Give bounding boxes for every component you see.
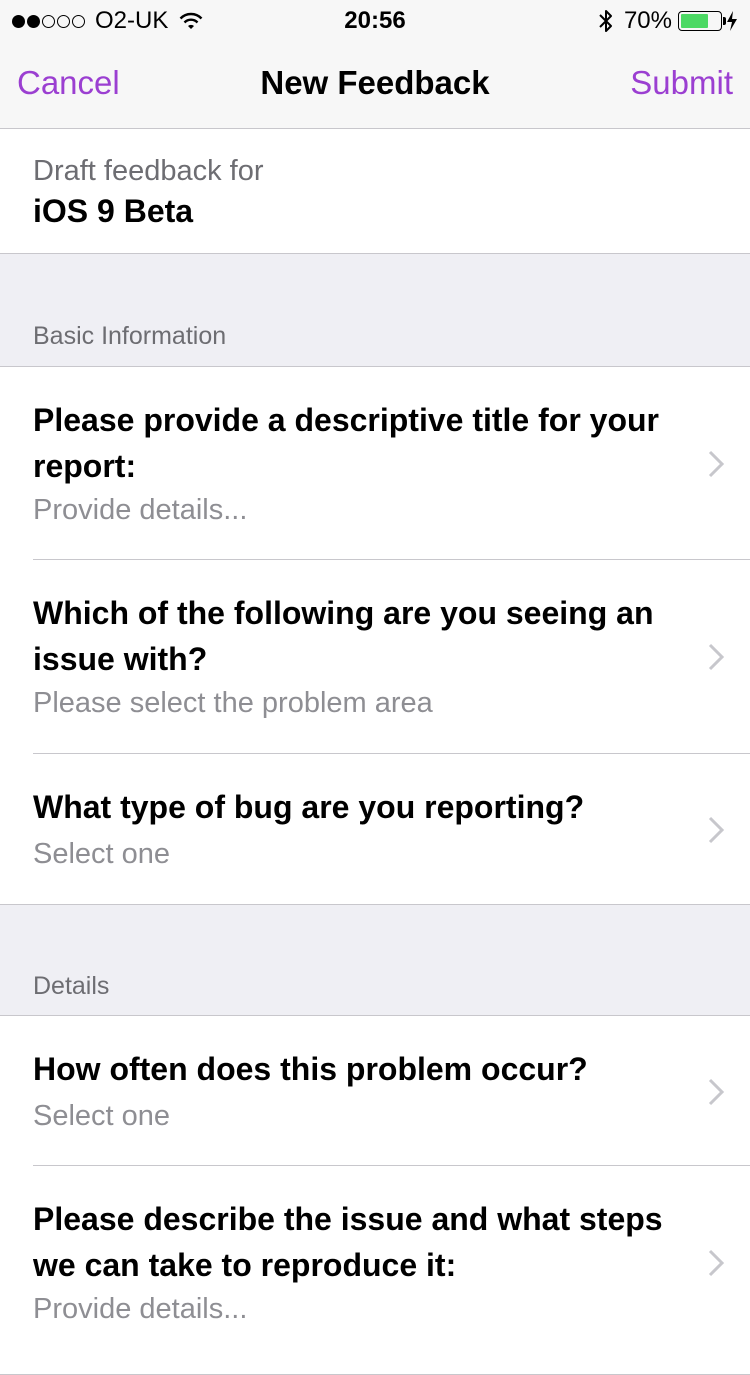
row-title: Please describe the issue and what steps…	[33, 1196, 693, 1288]
section-header-basic-information: Basic Information	[33, 322, 227, 350]
row-subtitle: Please select the problem area	[33, 687, 433, 719]
row-subtitle: Provide details...	[33, 1293, 248, 1325]
charging-bolt-icon	[727, 11, 737, 31]
chevron-right-icon	[708, 816, 725, 844]
list-item-title[interactable]: Please provide a descriptive title for y…	[0, 367, 750, 560]
row-title: What type of bug are you reporting?	[33, 784, 693, 830]
status-bar: O2-UK 20:56 70%	[0, 0, 750, 40]
chevron-right-icon	[708, 1078, 725, 1106]
battery-percent: 70%	[623, 7, 672, 34]
draft-info: Draft feedback for iOS 9 Beta	[0, 129, 750, 254]
row-title: Please provide a descriptive title for y…	[33, 397, 693, 489]
row-title-line: Please describe the issue and what steps	[33, 1201, 663, 1237]
battery-icon	[678, 11, 726, 31]
navigation-bar: Cancel New Feedback Submit	[0, 40, 750, 129]
row-title-line: report:	[33, 448, 137, 484]
details-group: How often does this problem occur? Selec…	[0, 1015, 750, 1375]
row-title-line: What type of bug are you reporting?	[33, 789, 585, 825]
row-title-line: How often does this problem occur?	[33, 1051, 588, 1087]
submit-button[interactable]: Submit	[630, 64, 733, 102]
row-title-line: Please provide a descriptive title for y…	[33, 402, 659, 438]
list-item-problem-area[interactable]: Which of the following are you seeing an…	[0, 560, 750, 754]
section-header-details: Details	[33, 972, 110, 1000]
list-item-reproduce-steps[interactable]: Please describe the issue and what steps…	[0, 1166, 750, 1366]
status-right: 70%	[598, 7, 738, 35]
chevron-right-icon	[708, 1249, 725, 1277]
list-item-frequency[interactable]: How often does this problem occur? Selec…	[0, 1016, 750, 1166]
basic-information-group: Please provide a descriptive title for y…	[0, 366, 750, 905]
row-subtitle: Select one	[33, 1100, 171, 1132]
battery-nub	[723, 17, 726, 25]
row-subtitle: Select one	[33, 838, 171, 870]
row-title-line: issue with?	[33, 641, 208, 677]
chevron-right-icon	[708, 643, 725, 671]
row-title: Which of the following are you seeing an…	[33, 590, 693, 682]
list-item-bug-type[interactable]: What type of bug are you reporting? Sele…	[0, 754, 750, 904]
row-title-line: we can take to reproduce it:	[33, 1247, 457, 1283]
row-title: How often does this problem occur?	[33, 1046, 693, 1092]
bluetooth-icon	[599, 10, 612, 32]
row-title-line: Which of the following are you seeing an	[33, 595, 654, 631]
row-subtitle: Provide details...	[33, 494, 248, 526]
draft-label: Draft feedback for	[33, 155, 264, 187]
draft-product: iOS 9 Beta	[33, 193, 194, 229]
battery-fill	[681, 14, 708, 28]
chevron-right-icon	[708, 450, 725, 478]
